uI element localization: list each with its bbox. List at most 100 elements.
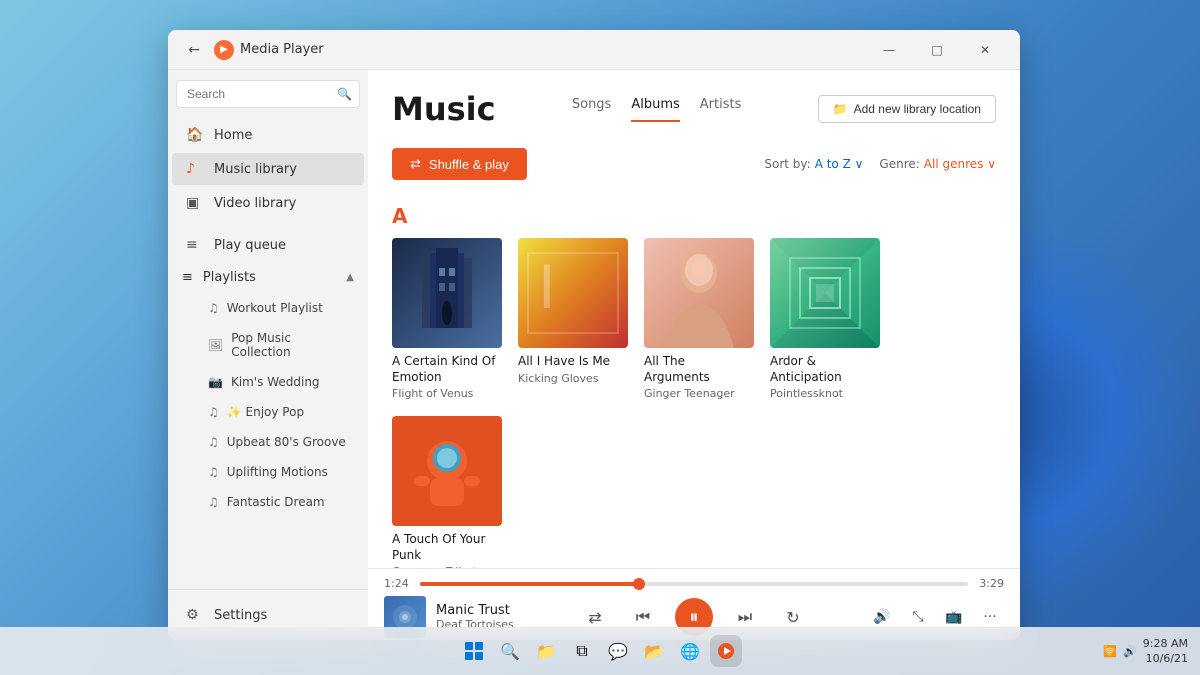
add-library-icon: 📁 — [833, 102, 848, 116]
upbeat-icon: ♫ — [208, 435, 219, 449]
taskbar-time-display: 9:28 AM — [1143, 636, 1188, 651]
section-a-grid: A Certain Kind Of Emotion Flight of Venu… — [392, 238, 996, 568]
wedding-icon: 📷 — [208, 375, 223, 389]
sidebar-item-uplifting[interactable]: ♫ Uplifting Motions — [172, 458, 364, 486]
tab-songs[interactable]: Songs — [572, 97, 611, 122]
title-row: Music Songs Albums Artists 📁 Add new lib… — [392, 90, 996, 128]
taskbar-taskview-button[interactable]: ⧉ — [566, 635, 598, 667]
taskbar-files-button[interactable]: 📁 — [530, 635, 562, 667]
home-label: Home — [214, 128, 252, 143]
progress-thumb[interactable] — [633, 578, 645, 590]
playlists-header[interactable]: ≡ Playlists ▲ — [168, 262, 368, 293]
taskbar-search-button[interactable]: 🔍 — [494, 635, 526, 667]
page-title: Music — [392, 90, 496, 128]
maximize-button[interactable]: □ — [914, 34, 960, 66]
playlists-label: Playlists — [203, 270, 256, 285]
progress-track[interactable] — [420, 582, 968, 586]
workout-label: Workout Playlist — [227, 301, 323, 315]
sidebar-item-upbeat[interactable]: ♫ Upbeat 80's Groove — [172, 428, 364, 456]
sidebar-item-fantastic[interactable]: ♫ Fantastic Dream — [172, 488, 364, 516]
uplifting-icon: ♫ — [208, 465, 219, 479]
play-queue-icon: ≡ — [186, 237, 204, 253]
uplifting-label: Uplifting Motions — [227, 465, 328, 479]
taskbar-chat-button[interactable]: 💬 — [602, 635, 634, 667]
genre-select[interactable]: Genre: All genres ∨ — [879, 157, 996, 171]
album-artist-all-arguments: Ginger Teenager — [644, 387, 754, 400]
time-current: 1:24 — [384, 577, 412, 590]
album-art-a-certain — [392, 238, 502, 348]
album-art-touch-punk — [392, 416, 502, 526]
sidebar-item-home[interactable]: 🏠 Home — [172, 119, 364, 151]
now-playing-title: Manic Trust — [436, 603, 579, 618]
progress-fill — [420, 582, 639, 586]
svg-text:I: I — [538, 253, 556, 323]
minimize-button[interactable]: — — [866, 34, 912, 66]
fantastic-label: Fantastic Dream — [227, 495, 325, 509]
album-a-certain[interactable]: A Certain Kind Of Emotion Flight of Venu… — [392, 238, 502, 400]
sidebar-item-music-library[interactable]: ♪ Music library — [172, 153, 364, 185]
back-button[interactable]: ← — [180, 36, 208, 64]
taskbar-volume-icon: 🔊 — [1123, 645, 1137, 658]
taskbar-network-icon: 🛜 — [1103, 645, 1117, 658]
search-input[interactable] — [176, 80, 360, 108]
albums-area: A — [368, 192, 1020, 568]
tab-albums[interactable]: Albums — [631, 97, 679, 122]
sort-value: A to Z ∨ — [815, 157, 864, 171]
playlists-icon: ≡ — [182, 270, 193, 285]
search-icon: 🔍 — [337, 87, 352, 101]
album-title-a-certain: A Certain Kind Of Emotion — [392, 354, 502, 385]
app-window: ← ▶ Media Player — □ ✕ 🔍 🏠 Home ♪ Music … — [168, 30, 1020, 640]
add-library-label: Add new library location — [854, 102, 981, 116]
album-art-all-i-have: I — [518, 238, 628, 348]
close-button[interactable]: ✕ — [962, 34, 1008, 66]
sort-select[interactable]: Sort by: A to Z ∨ — [764, 157, 863, 171]
album-ardor[interactable]: Ardor & Anticipation Pointlessknot — [770, 238, 880, 400]
tab-artists[interactable]: Artists — [700, 97, 742, 122]
search-box[interactable]: 🔍 — [176, 80, 360, 108]
shuffle-button[interactable]: ⇄ Shuffle & play — [392, 148, 527, 180]
content-tabs: Songs Albums Artists — [572, 97, 742, 122]
taskbar-media-button[interactable] — [710, 635, 742, 667]
album-touch-punk[interactable]: A Touch Of Your Punk Compass Tribute — [392, 416, 502, 568]
sidebar-item-pop-music[interactable]: 🖼 Pop Music Collection — [172, 324, 364, 366]
start-button[interactable] — [458, 635, 490, 667]
album-title-all-i-have: All I Have Is Me — [518, 354, 628, 370]
sidebar-item-video-library[interactable]: ▣ Video library — [172, 187, 364, 219]
album-artist-all-i-have: Kicking Gloves — [518, 372, 628, 385]
upbeat-label: Upbeat 80's Groove — [227, 435, 346, 449]
shuffle-label: Shuffle & play — [429, 157, 509, 172]
home-icon: 🏠 — [186, 127, 204, 143]
pop-music-label: Pop Music Collection — [231, 331, 350, 359]
enjoy-pop-label: ✨ Enjoy Pop — [227, 405, 304, 419]
taskbar-explorer-button[interactable]: 📂 — [638, 635, 670, 667]
sidebar-item-workout[interactable]: ♫ Workout Playlist — [172, 294, 364, 322]
sidebar-item-play-queue[interactable]: ≡ Play queue — [172, 229, 364, 261]
playlists-chevron: ▲ — [346, 272, 354, 283]
shuffle-icon: ⇄ — [410, 156, 421, 172]
toolbar-row: ⇄ Shuffle & play Sort by: A to Z ∨ Genre… — [368, 136, 1020, 192]
sidebar: 🔍 🏠 Home ♪ Music library ▣ Video library… — [168, 70, 368, 640]
album-all-arguments[interactable]: All The Arguments Ginger Teenager — [644, 238, 754, 400]
sort-label: Sort by: — [764, 157, 810, 171]
play-queue-label: Play queue — [214, 238, 286, 253]
sidebar-item-wedding[interactable]: 📷 Kim's Wedding — [172, 368, 364, 396]
sidebar-item-enjoy-pop[interactable]: ♫ ✨ Enjoy Pop — [172, 398, 364, 426]
workout-icon: ♫ — [208, 301, 219, 315]
album-art-all-arguments — [644, 238, 754, 348]
album-all-i-have[interactable]: I All I Have Is Me Kicking Gloves — [518, 238, 628, 400]
settings-label: Settings — [214, 608, 267, 623]
app-body: 🔍 🏠 Home ♪ Music library ▣ Video library… — [168, 70, 1020, 640]
taskbar-clock: 9:28 AM 10/6/21 — [1143, 636, 1188, 667]
album-title-all-arguments: All The Arguments — [644, 354, 754, 385]
taskbar-edge-button[interactable]: 🌐 — [674, 635, 706, 667]
add-library-button[interactable]: 📁 Add new library location — [818, 95, 996, 123]
album-artist-ardor: Pointlessknot — [770, 387, 880, 400]
main-content: Music Songs Albums Artists 📁 Add new lib… — [368, 70, 1020, 640]
window-controls: — □ ✕ — [866, 34, 1008, 66]
enjoy-pop-icon: ♫ — [208, 405, 219, 419]
album-title-touch-punk: A Touch Of Your Punk — [392, 532, 502, 563]
album-artist-a-certain: Flight of Venus — [392, 387, 502, 400]
taskbar-right: 🛜 🔊 9:28 AM 10/6/21 — [1103, 636, 1188, 667]
genre-label: Genre: — [879, 157, 919, 171]
pop-music-icon: 🖼 — [208, 338, 223, 352]
